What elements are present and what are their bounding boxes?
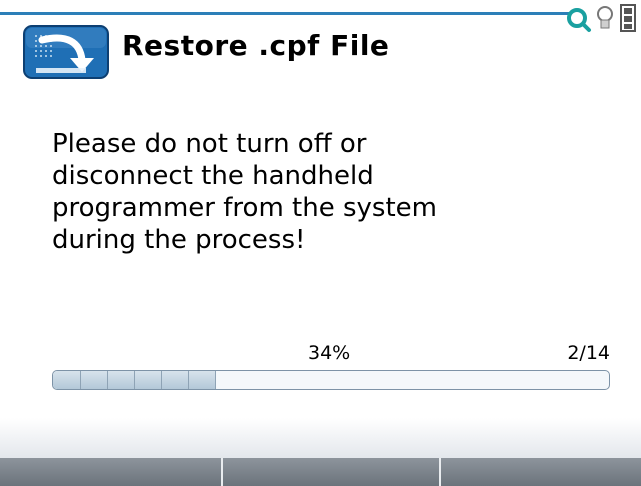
progress-segment-divider	[188, 371, 189, 389]
progress-percent: 34%	[308, 342, 351, 364]
page-title: Restore .cpf File	[122, 29, 390, 62]
softkey-middle[interactable]	[223, 458, 439, 486]
progress-segment-divider	[161, 371, 162, 389]
softkeys-shadow	[0, 418, 641, 458]
progress-bar	[52, 370, 610, 390]
restore-arrow-icon	[22, 24, 110, 80]
progress-step: 2/14	[567, 342, 610, 364]
screen: Restore .cpf File Please do not turn off…	[0, 0, 641, 486]
progress-segment-divider	[107, 371, 108, 389]
progress-segment-divider	[134, 371, 135, 389]
progress-segment-divider	[80, 371, 81, 389]
softkey-right[interactable]	[441, 458, 641, 486]
progress-segment-divider	[215, 371, 216, 389]
warning-message: Please do not turn off or disconnect the…	[52, 129, 437, 255]
softkey-left[interactable]	[0, 458, 221, 486]
softkey-bar	[0, 458, 641, 486]
header: Restore .cpf File	[0, 0, 641, 86]
